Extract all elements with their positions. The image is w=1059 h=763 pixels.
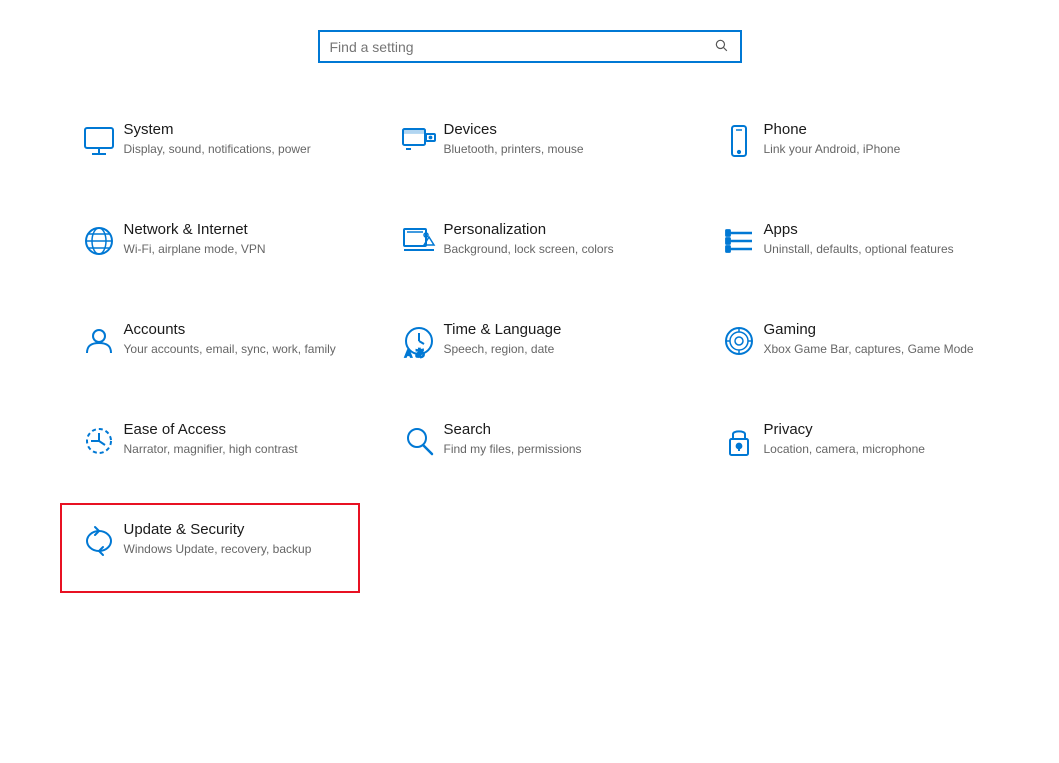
ease-icon [74,421,124,459]
setting-desc-system: Display, sound, notifications, power [124,141,346,158]
accounts-icon [74,321,124,359]
setting-title-network: Network & Internet [124,221,346,238]
search-input[interactable] [330,39,712,55]
setting-item-apps[interactable]: Apps Uninstall, defaults, optional featu… [700,203,1000,293]
setting-title-search: Search [444,421,666,438]
setting-title-gaming: Gaming [764,321,986,338]
setting-item-personalization[interactable]: Personalization Background, lock screen,… [380,203,680,293]
settings-page: System Display, sound, notifications, po… [0,0,1059,763]
setting-title-ease: Ease of Access [124,421,346,438]
apps-icon [714,221,764,259]
setting-title-update: Update & Security [124,521,346,538]
setting-title-accounts: Accounts [124,321,346,338]
setting-desc-apps: Uninstall, defaults, optional features [764,241,986,258]
setting-title-system: System [124,121,346,138]
setting-desc-time: Speech, region, date [444,341,666,358]
setting-item-accounts[interactable]: Accounts Your accounts, email, sync, wor… [60,303,360,393]
setting-desc-phone: Link your Android, iPhone [764,141,986,158]
setting-title-apps: Apps [764,221,986,238]
setting-item-update[interactable]: Update & Security Windows Update, recove… [60,503,360,593]
setting-item-devices[interactable]: Devices Bluetooth, printers, mouse [380,103,680,193]
setting-item-time[interactable]: A あ Time & Language Speech, region, date [380,303,680,393]
search-icon [394,421,444,459]
setting-desc-devices: Bluetooth, printers, mouse [444,141,666,158]
setting-item-gaming[interactable]: Gaming Xbox Game Bar, captures, Game Mod… [700,303,1000,393]
devices-icon [394,121,444,159]
setting-item-privacy[interactable]: Privacy Location, camera, microphone [700,403,1000,493]
setting-item-phone[interactable]: Phone Link your Android, iPhone [700,103,1000,193]
setting-item-search[interactable]: Search Find my files, permissions [380,403,680,493]
setting-title-privacy: Privacy [764,421,986,438]
personalization-icon [394,221,444,259]
setting-desc-privacy: Location, camera, microphone [764,441,986,458]
svg-text:A: A [405,349,412,359]
setting-title-phone: Phone [764,121,986,138]
network-icon [74,221,124,259]
update-icon [74,521,124,559]
setting-title-time: Time & Language [444,321,666,338]
privacy-icon [714,421,764,459]
search-icon [714,38,728,52]
phone-icon [714,121,764,159]
system-icon [74,121,124,159]
setting-item-system[interactable]: System Display, sound, notifications, po… [60,103,360,193]
setting-desc-search: Find my files, permissions [444,441,666,458]
setting-desc-ease: Narrator, magnifier, high contrast [124,441,346,458]
setting-title-devices: Devices [444,121,666,138]
settings-grid: System Display, sound, notifications, po… [0,103,1059,593]
setting-desc-accounts: Your accounts, email, sync, work, family [124,341,346,358]
setting-desc-update: Windows Update, recovery, backup [124,541,346,558]
setting-item-network[interactable]: Network & Internet Wi-Fi, airplane mode,… [60,203,360,293]
svg-text:あ: あ [415,348,425,359]
search-wrapper [318,30,742,63]
setting-desc-network: Wi-Fi, airplane mode, VPN [124,241,346,258]
search-bar [318,30,742,63]
setting-desc-personalization: Background, lock screen, colors [444,241,666,258]
time-icon: A あ [394,321,444,359]
setting-desc-gaming: Xbox Game Bar, captures, Game Mode [764,341,986,358]
gaming-icon [714,321,764,359]
setting-item-ease[interactable]: Ease of Access Narrator, magnifier, high… [60,403,360,493]
search-button[interactable] [712,38,730,55]
setting-title-personalization: Personalization [444,221,666,238]
